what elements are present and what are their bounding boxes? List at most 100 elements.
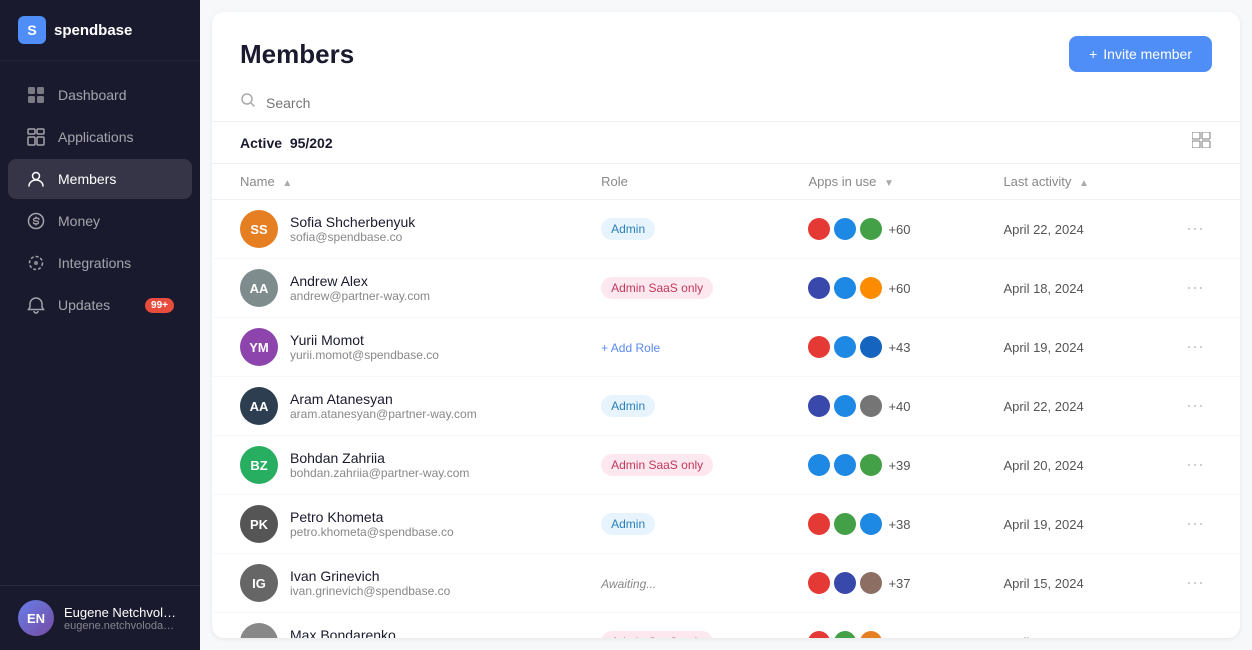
table-row: MB Max Bondarenko max.bondarenko@spendba… [212,613,1240,639]
member-cell: BZ Bohdan Zahriia bohdan.zahriia@partner… [212,436,573,495]
member-cell: IG Ivan Grinevich ivan.grinevich@spendba… [212,554,573,613]
avatar: IG [240,564,278,602]
app-icon [834,218,856,240]
member-cell: AA Aram Atanesyan aram.atanesyan@partner… [212,377,573,436]
member-email: sofia@spendbase.co [290,230,415,244]
col-role: Role [573,164,780,200]
sidebar-item-updates[interactable]: Updates 99+ [8,285,192,325]
app-count: +40 [888,399,910,414]
last-activity-cell: April 22, 2024 [975,200,1150,259]
col-apps[interactable]: Apps in use ▼ [780,164,975,200]
role-cell: Admin SaaS only [573,259,780,318]
app-icon [834,395,856,417]
member-name: Aram Atanesyan [290,391,477,407]
member-name: Bohdan Zahriia [290,450,469,466]
integrations-icon [26,253,46,273]
active-label-text: Active [240,135,282,151]
more-options-button[interactable]: ⋯ [1178,215,1212,243]
apps-cell: +32 [780,613,975,639]
member-cell: SS Sofia Shcherbenyuk sofia@spendbase.co [212,200,573,259]
more-options-button[interactable]: ⋯ [1178,628,1212,639]
last-activity-cell: April 1, 2024 [975,613,1150,639]
app-icon [860,336,882,358]
actions-cell: ⋯ [1150,200,1240,259]
app-count: +43 [888,340,910,355]
more-options-button[interactable]: ⋯ [1178,333,1212,361]
avatar: MB [240,623,278,638]
app-icon [860,572,882,594]
sidebar-nav: Dashboard Applications Members [0,61,200,585]
avatar: SS [240,210,278,248]
money-label: Money [58,213,100,229]
invite-button-label: Invite member [1103,46,1192,62]
avatar: AA [240,269,278,307]
applications-icon [26,127,46,147]
add-role-btn[interactable]: + Add Role [601,341,660,355]
user-info: Eugene Netchvoloda eugene.netchvoloda@..… [64,605,182,632]
member-name: Andrew Alex [290,273,430,289]
more-options-button[interactable]: ⋯ [1178,510,1212,538]
last-activity-cell: April 18, 2024 [975,259,1150,318]
app-icon [808,513,830,535]
actions-cell: ⋯ [1150,377,1240,436]
table-row: SS Sofia Shcherbenyuk sofia@spendbase.co… [212,200,1240,259]
more-options-button[interactable]: ⋯ [1178,392,1212,420]
app-icon [808,454,830,476]
money-icon [26,211,46,231]
role-cell: Admin [573,377,780,436]
last-activity-cell: April 15, 2024 [975,554,1150,613]
col-activity[interactable]: Last activity ▲ [975,164,1150,200]
member-email: aram.atanesyan@partner-way.com [290,407,477,421]
avatar: YM [240,328,278,366]
integrations-label: Integrations [58,255,131,271]
actions-cell: ⋯ [1150,436,1240,495]
more-options-button[interactable]: ⋯ [1178,274,1212,302]
dashboard-label: Dashboard [58,87,127,103]
content-card: Members + Invite member Active 95/202 [212,12,1240,638]
member-email: yurii.momot@spendbase.co [290,348,439,362]
apps-sort-icon: ▼ [884,178,894,189]
more-options-button[interactable]: ⋯ [1178,569,1212,597]
app-icon [860,218,882,240]
role-badge: Admin [601,395,655,417]
role-badge: Admin SaaS only [601,631,713,638]
app-icon [860,513,882,535]
sidebar-item-dashboard[interactable]: Dashboard [8,75,192,115]
app-icon [808,336,830,358]
app-icon [834,631,856,638]
role-cell: Admin SaaS only [573,613,780,639]
table-row: PK Petro Khometa petro.khometa@spendbase… [212,495,1240,554]
invite-member-button[interactable]: + Invite member [1069,36,1212,72]
sidebar: S spendbase Dashboard [0,0,200,650]
active-count: 95/202 [290,135,333,151]
more-options-button[interactable]: ⋯ [1178,451,1212,479]
app-icon [808,218,830,240]
sidebar-item-members[interactable]: Members [8,159,192,199]
updates-icon [26,295,46,315]
updates-badge: 99+ [145,298,174,313]
actions-cell: ⋯ [1150,495,1240,554]
app-icon [860,631,882,638]
app-icon [808,631,830,638]
col-actions [1150,164,1240,200]
apps-cell: +60 [780,259,975,318]
search-input[interactable] [266,95,1212,111]
user-avatar: EN [18,600,54,636]
table-row: AA Aram Atanesyan aram.atanesyan@partner… [212,377,1240,436]
user-email: eugene.netchvoloda@... [64,620,182,632]
col-name[interactable]: Name ▲ [212,164,573,200]
app-icon [860,454,882,476]
app-count: +60 [888,281,910,296]
sidebar-item-applications[interactable]: Applications [8,117,192,157]
dashboard-icon [26,85,46,105]
user-footer: EN Eugene Netchvoloda eugene.netchvoloda… [0,585,200,650]
view-toggle-button[interactable] [1192,132,1212,153]
apps-cell: +43 [780,318,975,377]
app-icon [860,277,882,299]
app-icon [834,454,856,476]
sidebar-item-money[interactable]: Money [8,201,192,241]
member-cell: AA Andrew Alex andrew@partner-way.com [212,259,573,318]
sidebar-item-integrations[interactable]: Integrations [8,243,192,283]
table-row: YM Yurii Momot yurii.momot@spendbase.co … [212,318,1240,377]
last-activity-cell: April 19, 2024 [975,318,1150,377]
